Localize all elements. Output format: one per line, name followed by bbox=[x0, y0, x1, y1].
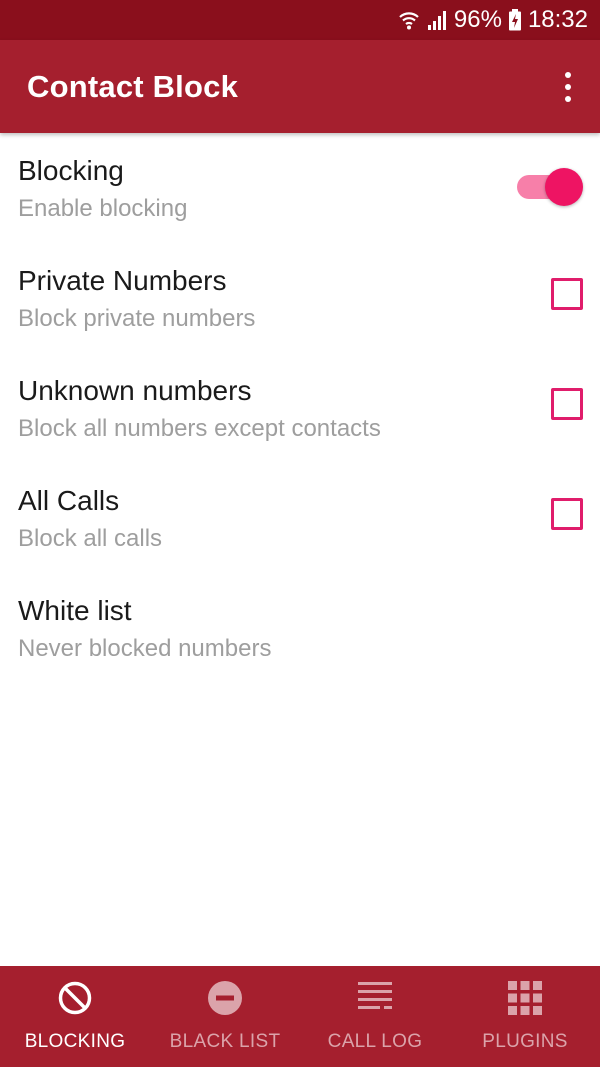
pref-all-calls[interactable]: All Calls Block all calls bbox=[0, 463, 600, 573]
signal-icon bbox=[426, 9, 448, 31]
bottom-navigation: BLOCKING BLACK LIST CALL LOG PLUGINS bbox=[0, 966, 600, 1067]
pref-summary: Block all calls bbox=[18, 525, 163, 552]
pref-blocking[interactable]: Blocking Enable blocking bbox=[0, 133, 600, 243]
nav-blocking[interactable]: BLOCKING bbox=[0, 966, 150, 1067]
pref-white-list[interactable]: White list Never blocked numbers bbox=[0, 573, 600, 683]
pref-summary: Never blocked numbers bbox=[18, 635, 272, 662]
minus-circle-icon bbox=[205, 978, 245, 1018]
app-bar: Contact Block bbox=[0, 40, 600, 133]
status-bar: 96% 18:32 bbox=[0, 0, 600, 40]
nav-label: PLUGINS bbox=[482, 1031, 568, 1052]
pref-title: White list bbox=[18, 595, 132, 626]
pref-title: Unknown numbers bbox=[18, 375, 252, 406]
more-vert-icon[interactable] bbox=[558, 72, 578, 102]
private-numbers-checkbox[interactable] bbox=[551, 278, 583, 310]
pref-summary: Block all numbers except contacts bbox=[18, 415, 381, 442]
grid-icon bbox=[505, 978, 545, 1018]
pref-summary: Enable blocking bbox=[18, 195, 188, 222]
app-title: Contact Block bbox=[27, 68, 239, 104]
pref-unknown-numbers[interactable]: Unknown numbers Block all numbers except… bbox=[0, 353, 600, 463]
battery-charging-icon bbox=[508, 9, 522, 31]
nav-black-list[interactable]: BLACK LIST bbox=[150, 966, 300, 1067]
unknown-numbers-checkbox[interactable] bbox=[551, 388, 583, 420]
pref-title: All Calls bbox=[18, 485, 120, 516]
nav-label: CALL LOG bbox=[327, 1031, 423, 1052]
battery-percent: 96% bbox=[453, 6, 502, 33]
blocking-switch[interactable] bbox=[517, 168, 583, 206]
all-calls-checkbox[interactable] bbox=[551, 498, 583, 530]
pref-title: Private Numbers bbox=[18, 265, 227, 296]
switch-thumb bbox=[545, 168, 583, 206]
pref-title: Blocking bbox=[18, 155, 124, 186]
block-icon bbox=[55, 978, 95, 1018]
screen: 96% 18:32 Contact Block Blocking Enable … bbox=[0, 0, 600, 1067]
pref-private-numbers[interactable]: Private Numbers Block private numbers bbox=[0, 243, 600, 353]
nav-plugins[interactable]: PLUGINS bbox=[450, 966, 600, 1067]
list-icon bbox=[355, 978, 395, 1018]
preference-list: Blocking Enable blocking Private Numbers… bbox=[0, 133, 600, 683]
nav-call-log[interactable]: CALL LOG bbox=[300, 966, 450, 1067]
nav-label: BLOCKING bbox=[24, 1031, 126, 1052]
pref-summary: Block private numbers bbox=[18, 305, 256, 332]
wifi-icon bbox=[398, 9, 420, 31]
status-time: 18:32 bbox=[527, 6, 588, 33]
nav-label: BLACK LIST bbox=[169, 1031, 281, 1052]
